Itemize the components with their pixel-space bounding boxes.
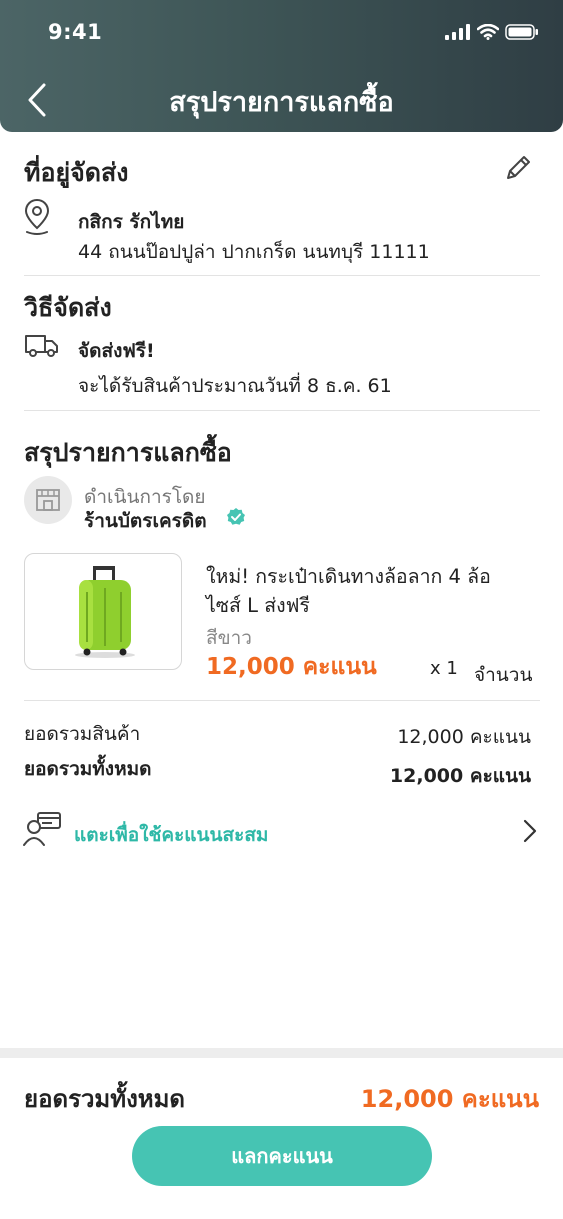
app-header: 9:41 สรุปรายการแลกซื้อ — [0, 0, 563, 132]
summary-section-title: สรุปรายการแลกซื้อ — [24, 438, 232, 467]
luggage-image — [75, 565, 135, 658]
subtotal-value: 12,000 คะแนน — [397, 726, 531, 748]
product-name-line2: ไซส์ L ส่งฟรี — [206, 594, 310, 617]
recipient-name: กสิกร รักไทย — [78, 211, 185, 233]
chevron-right-icon — [523, 819, 537, 843]
divider — [24, 410, 540, 411]
edit-address-button[interactable] — [500, 150, 536, 190]
status-icons — [445, 24, 539, 40]
status-time: 9:41 — [48, 20, 103, 44]
address-section-title: ที่อยู่จัดส่ง — [24, 158, 129, 187]
location-pin-icon — [24, 198, 50, 240]
product-name-line1: ใหม่! กระเป๋าเดินทางล้อลาก 4 ล้อ — [206, 565, 491, 588]
wifi-icon — [477, 24, 499, 40]
shipping-section-title: วิธีจัดส่ง — [24, 293, 112, 322]
subtotal-label: ยอดรวมสินค้า — [24, 723, 141, 745]
footer-total-label: ยอดรวมทั้งหมด — [24, 1085, 186, 1113]
total-label: ยอดรวมทั้งหมด — [24, 758, 152, 780]
verified-icon — [226, 507, 246, 531]
redeem-button[interactable]: แลกคะแนน — [132, 1126, 432, 1186]
product-image[interactable] — [24, 553, 182, 670]
edit-icon — [507, 156, 530, 179]
divider — [24, 275, 540, 276]
total-value: 12,000 คะแนน — [389, 765, 531, 787]
signal-icon — [445, 24, 470, 40]
store-avatar — [24, 476, 72, 524]
product-price: 12,000 คะแนน — [206, 654, 377, 680]
card-user-icon — [23, 812, 61, 846]
use-points-label: แตะเพื่อใช้คะแนนสะสม — [74, 824, 269, 846]
store-name: ร้านบัตรเครดิต — [84, 510, 207, 532]
address-line: 44 ถนนป๊อปปูล่า ปากเกร็ด นนทบุรี 11111 — [78, 241, 430, 263]
shipping-eta: จะได้รับสินค้าประมาณวันที่ 8 ธ.ค. 61 — [78, 375, 392, 397]
battery-icon — [505, 24, 538, 40]
shipping-method: จัดส่งฟรี! — [78, 340, 155, 362]
product-quantity: x 1 — [430, 658, 458, 679]
store-icon — [36, 489, 60, 511]
truck-icon — [24, 333, 60, 363]
use-points-link[interactable]: แตะเพื่อใช้คะแนนสะสม — [20, 808, 540, 854]
divider — [24, 700, 540, 701]
page-title: สรุปรายการแลกซื้อ — [169, 87, 394, 118]
quantity-label: จำนวน — [474, 664, 533, 686]
footer-total-value: 12,000 คะแนน — [360, 1085, 539, 1113]
